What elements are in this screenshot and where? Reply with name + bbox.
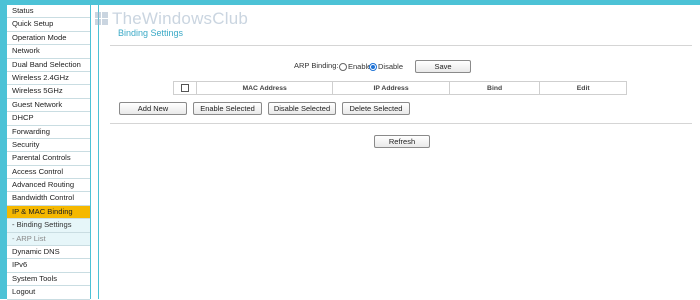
watermark: TheWindowsClub — [95, 8, 248, 30]
column-header-ip-address: IP Address — [332, 81, 450, 95]
sidebar-item-guest-network[interactable]: Guest Network — [7, 98, 90, 113]
sidebar-item-wireless-24ghz[interactable]: Wireless 2.4GHz — [7, 71, 90, 86]
binding-table: MAC Address IP Address Bind Edit — [173, 81, 627, 95]
save-button[interactable]: Save — [415, 60, 471, 73]
arp-enable-radio[interactable] — [339, 63, 347, 71]
content-divider — [98, 5, 99, 299]
top-bar — [0, 0, 700, 5]
sidebar-item-network[interactable]: Network — [7, 45, 90, 59]
sidebar-item-wireless-5ghz[interactable]: Wireless 5GHz — [7, 85, 90, 99]
sidebar-item-logout[interactable]: Logout — [7, 286, 90, 300]
sidebar-item-dual-band-selection[interactable]: Dual Band Selection — [7, 58, 90, 72]
column-header-mac-address: MAC Address — [195, 81, 334, 95]
arp-enable-label: Enable — [348, 62, 372, 71]
sidebar-item-status[interactable]: Status — [7, 5, 90, 19]
delete-selected-button[interactable]: Delete Selected — [342, 102, 410, 115]
sidebar-item-bandwidth-control[interactable]: Bandwidth Control — [7, 192, 90, 206]
sidebar-item-ipv6[interactable]: IPv6 — [7, 259, 90, 273]
sidebar-item-forwarding[interactable]: Forwarding — [7, 125, 90, 139]
sidebar-menu: Status Quick Setup Operation Mode Networ… — [7, 5, 90, 300]
sidebar-subitem-binding-settings[interactable]: - Binding Settings — [7, 219, 90, 233]
page-title: Binding Settings — [118, 28, 184, 38]
select-all-cell — [173, 81, 197, 95]
enable-selected-button[interactable]: Enable Selected — [193, 102, 262, 115]
title-divider — [110, 45, 692, 46]
sidebar-subitem-arp-list[interactable]: - ARP List — [7, 232, 90, 247]
arp-disable-label: Disable — [378, 62, 404, 71]
table-header-row: MAC Address IP Address Bind Edit — [173, 81, 627, 95]
select-all-checkbox[interactable] — [180, 84, 189, 92]
refresh-button[interactable]: Refresh — [374, 135, 430, 148]
add-new-button[interactable]: Add New — [119, 102, 187, 115]
sidebar-item-security[interactable]: Security — [7, 138, 90, 153]
windows-logo-icon — [95, 12, 108, 25]
arp-binding-label: ARP Binding: — [294, 61, 339, 70]
column-header-bind: Bind — [448, 81, 541, 95]
arp-disable-radio[interactable] — [369, 63, 377, 71]
sidebar-item-quick-setup[interactable]: Quick Setup — [7, 18, 90, 32]
sidebar-item-system-tools[interactable]: System Tools — [7, 272, 90, 287]
section-divider — [110, 123, 692, 124]
watermark-text: TheWindowsClub — [112, 9, 249, 28]
sidebar-item-ip-mac-binding[interactable]: IP & MAC Binding — [7, 205, 90, 220]
disable-selected-button[interactable]: Disable Selected — [268, 102, 336, 115]
sidebar-item-operation-mode[interactable]: Operation Mode — [7, 31, 90, 46]
sidebar: Status Quick Setup Operation Mode Networ… — [0, 5, 91, 300]
sidebar-item-dhcp[interactable]: DHCP — [7, 112, 90, 126]
sidebar-item-dynamic-dns[interactable]: Dynamic DNS — [7, 246, 90, 260]
sidebar-item-access-control[interactable]: Access Control — [7, 165, 90, 180]
sidebar-item-advanced-routing[interactable]: Advanced Routing — [7, 179, 90, 193]
column-header-edit: Edit — [539, 81, 627, 95]
sidebar-item-parental-controls[interactable]: Parental Controls — [7, 152, 90, 166]
